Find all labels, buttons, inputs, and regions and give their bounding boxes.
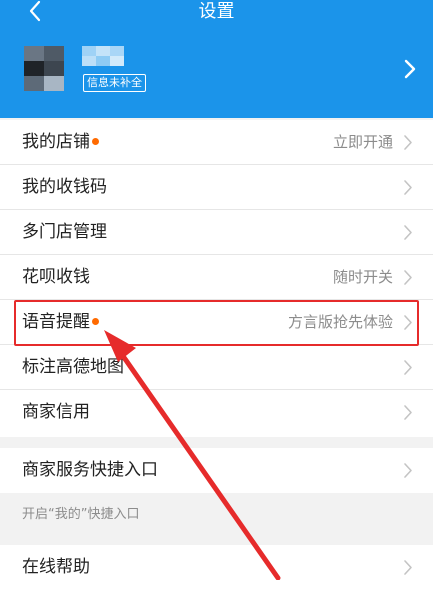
row-label: 在线帮助 — [22, 557, 90, 577]
chevron-right-icon — [404, 360, 412, 375]
row-label: 标注高德地图 — [22, 357, 124, 377]
chevron-right-icon — [404, 180, 412, 195]
username-mosaic — [82, 46, 124, 66]
chevron-right-icon[interactable] — [403, 58, 417, 80]
row-label: 多门店管理 — [22, 222, 107, 242]
page-title: 设置 — [198, 1, 235, 22]
chevron-right-icon — [404, 225, 412, 240]
row-value: 随时开关 — [332, 268, 393, 286]
row-huabei-payment[interactable]: 花呗收钱 随时开关 — [0, 255, 433, 300]
row-label: 商家信用 — [22, 402, 90, 422]
row-label: 花呗收钱 — [22, 267, 90, 287]
row-merchant-shortcut[interactable]: 商家服务快捷入口 — [0, 448, 433, 493]
row-merchant-credit[interactable]: 商家信用 — [0, 390, 433, 435]
row-my-payment-code[interactable]: 我的收钱码 — [0, 165, 433, 210]
chevron-right-icon — [404, 270, 412, 285]
highlight-box — [14, 300, 419, 346]
row-label: 我的店铺 — [22, 120, 99, 165]
chevron-right-icon — [404, 135, 412, 150]
chevron-right-icon — [404, 405, 412, 420]
info-incomplete-badge[interactable]: 信息未补全 — [83, 74, 146, 92]
avatar[interactable] — [24, 46, 64, 91]
settings-group-shortcut: 商家服务快捷入口 — [0, 448, 433, 493]
shortcut-note: 开启“我的”快捷入口 — [22, 507, 140, 522]
row-amap-mark[interactable]: 标注高德地图 — [0, 345, 433, 390]
settings-group-help: 在线帮助 — [0, 545, 433, 590]
chevron-right-icon — [404, 463, 412, 478]
settings-group-main: 我的店铺 立即开通 我的收钱码 多门店管理 花呗收钱 随时开关 语音提醒 方言版… — [0, 120, 433, 437]
chevron-right-icon — [404, 560, 412, 575]
row-multi-store-management[interactable]: 多门店管理 — [0, 210, 433, 255]
row-value: 立即开通 — [332, 133, 393, 151]
header-bar: 设置 信息未补全 — [0, 0, 433, 118]
row-online-help[interactable]: 在线帮助 — [0, 545, 433, 590]
notification-dot — [92, 138, 99, 145]
row-my-shop[interactable]: 我的店铺 立即开通 — [0, 120, 433, 165]
row-label: 商家服务快捷入口 — [22, 460, 158, 480]
row-label: 我的收钱码 — [22, 177, 107, 197]
